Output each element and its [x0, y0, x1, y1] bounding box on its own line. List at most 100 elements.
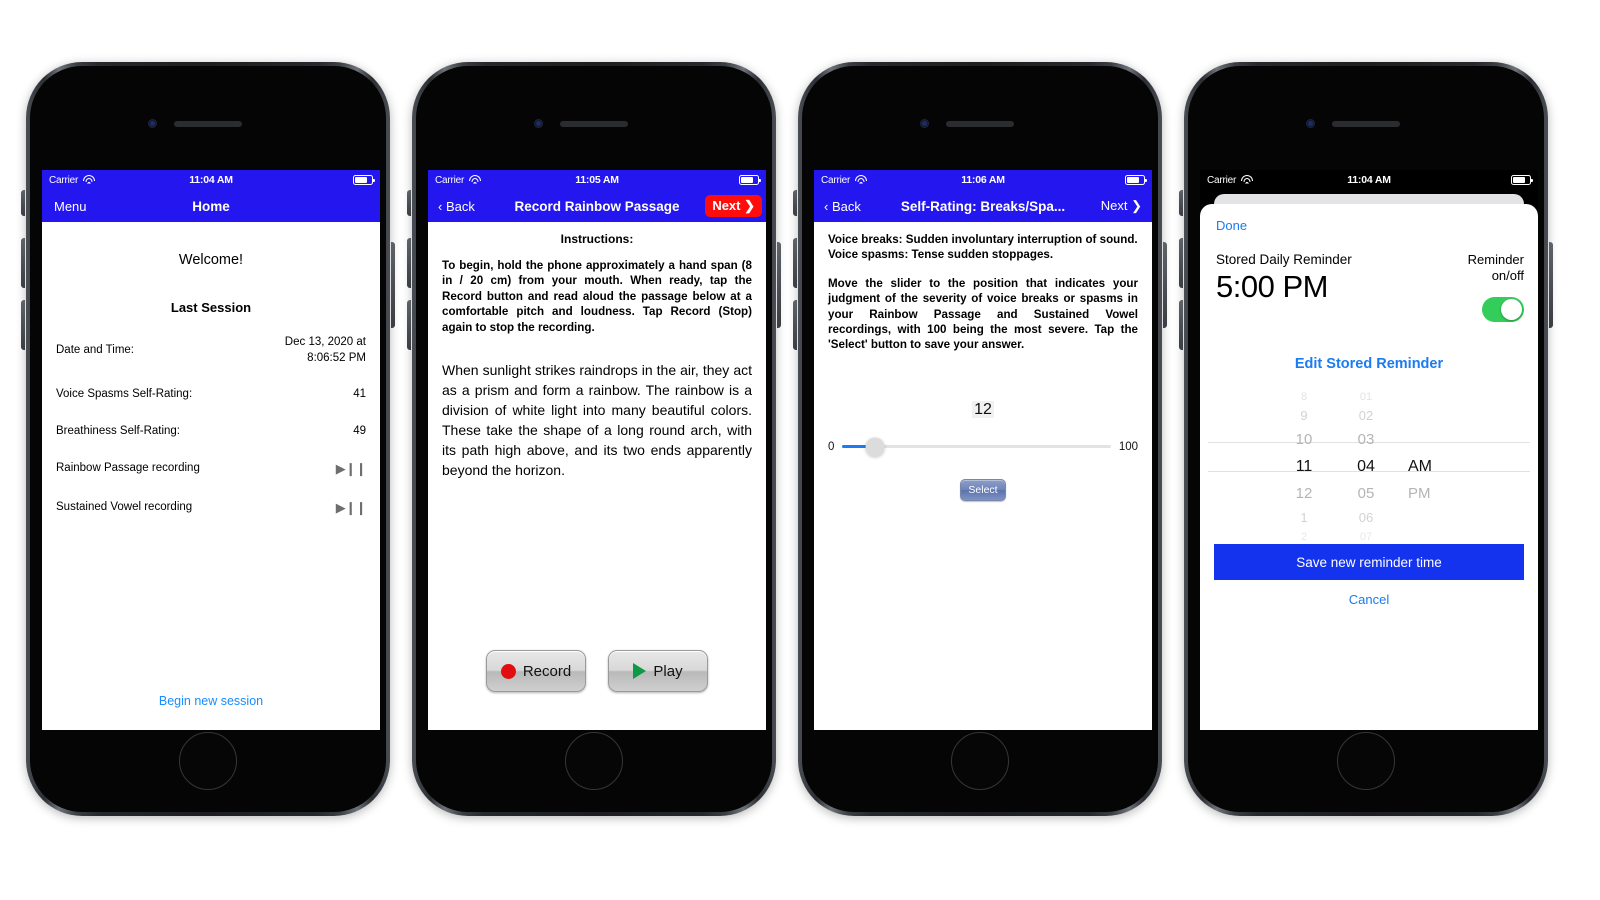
- power-button[interactable]: [777, 242, 781, 328]
- phone-mockup-self-rating: Carrier 11:06 AM ‹ Back Self-Rating: Bre…: [793, 62, 1167, 816]
- play-pause-icon[interactable]: ▶❙❙: [336, 499, 367, 517]
- wifi-icon: [1240, 175, 1253, 185]
- power-button[interactable]: [1163, 242, 1167, 328]
- picker-minute-option[interactable]: 01: [1346, 390, 1386, 404]
- mute-switch[interactable]: [793, 190, 797, 216]
- home-button[interactable]: [951, 732, 1009, 790]
- picker-minute-option[interactable]: 03: [1346, 428, 1386, 452]
- row-value: Dec 13, 2020 at 8:06:52 PM: [284, 336, 366, 364]
- status-bar-right: [353, 175, 375, 185]
- reminder-modal-sheet: Done Stored Daily Reminder 5:00 PM Remin…: [1200, 204, 1538, 730]
- picker-hour-option[interactable]: 8: [1284, 390, 1324, 404]
- picker-hour-option[interactable]: 12: [1284, 482, 1324, 506]
- next-button[interactable]: Next ❯: [705, 195, 762, 217]
- picker-column-meridiem[interactable]: AM PM: [1408, 390, 1454, 530]
- picker-meridiem-option[interactable]: [1408, 506, 1454, 530]
- picker-minute-option[interactable]: 06: [1346, 506, 1386, 530]
- picker-meridiem-option[interactable]: [1408, 530, 1454, 544]
- instructions-body: To begin, hold the phone approximately a…: [442, 259, 752, 334]
- back-button[interactable]: ‹ Back: [432, 197, 481, 216]
- wifi-icon: [468, 175, 481, 185]
- picker-meridiem-selected[interactable]: AM: [1408, 452, 1454, 482]
- reminder-toggle-switch[interactable]: [1482, 296, 1524, 322]
- slider-knob[interactable]: [865, 437, 885, 457]
- stored-reminder-block: Stored Daily Reminder 5:00 PM: [1216, 252, 1352, 305]
- earpiece-speaker: [174, 121, 242, 127]
- app-screen-reminder: Carrier 11:04 AM Done Stored Daily Remin…: [1200, 170, 1538, 730]
- select-button[interactable]: Select: [960, 478, 1006, 501]
- record-controls: Record Play: [428, 650, 766, 692]
- volume-down-button[interactable]: [21, 300, 25, 350]
- play-pause-icon[interactable]: ▶❙❙: [336, 460, 367, 478]
- picker-minute-option[interactable]: 05: [1346, 482, 1386, 506]
- phone-screen-body: Carrier 11:05 AM ‹ Back Record Rainbow P…: [416, 66, 772, 812]
- play-button[interactable]: Play: [608, 650, 708, 692]
- cancel-button[interactable]: Cancel: [1200, 592, 1538, 607]
- menu-button[interactable]: Menu: [46, 197, 93, 216]
- volume-down-button[interactable]: [793, 300, 797, 350]
- volume-down-button[interactable]: [1179, 300, 1183, 350]
- row-label: Breathiness Self-Rating:: [56, 424, 181, 437]
- mute-switch[interactable]: [21, 190, 25, 216]
- slider-value: 12: [972, 400, 994, 418]
- row-value: 41: [353, 388, 366, 401]
- volume-up-button[interactable]: [407, 238, 411, 288]
- volume-up-button[interactable]: [21, 238, 25, 288]
- app-screen-self-rating: Carrier 11:06 AM ‹ Back Self-Rating: Bre…: [814, 170, 1152, 730]
- earpiece-speaker: [946, 121, 1014, 127]
- picker-minute-option[interactable]: 02: [1346, 404, 1386, 428]
- volume-up-button[interactable]: [793, 238, 797, 288]
- done-button[interactable]: Done: [1216, 218, 1247, 233]
- home-button[interactable]: [1337, 732, 1395, 790]
- reminder-toggle-label-line1: Reminder: [1467, 252, 1524, 267]
- status-bar: Carrier 11:06 AM: [814, 170, 1152, 190]
- battery-icon: [353, 175, 375, 185]
- slider-value-display: 12: [828, 400, 1138, 419]
- record-button-label: Record: [522, 662, 572, 680]
- status-bar-left: Carrier: [1207, 175, 1253, 186]
- save-reminder-button[interactable]: Save new reminder time: [1214, 544, 1524, 580]
- slider-track[interactable]: [842, 437, 1111, 457]
- time-picker[interactable]: 8 9 10 11 12 1 2 01 02 03 04 05 06 07 AM…: [1200, 390, 1538, 543]
- mute-switch[interactable]: [1179, 190, 1183, 216]
- picker-meridiem-option[interactable]: [1408, 428, 1454, 452]
- definition-voice-breaks: Voice breaks: Sudden involuntary interru…: [828, 233, 1138, 246]
- back-button[interactable]: ‹ Back: [818, 197, 867, 216]
- reminder-toggle-label-line2: on/off: [1491, 268, 1524, 284]
- picker-meridiem-option[interactable]: [1408, 390, 1454, 404]
- last-session-heading: Last Session: [170, 300, 252, 315]
- picker-column-minute[interactable]: 01 02 03 04 05 06 07: [1346, 390, 1386, 543]
- page-title: Self-Rating: Breaks/Spa...: [900, 198, 1066, 214]
- record-button[interactable]: Record: [486, 650, 586, 692]
- picker-hour-option[interactable]: 1: [1284, 506, 1324, 530]
- picker-hour-selected[interactable]: 11: [1284, 452, 1324, 482]
- picker-hour-option[interactable]: 10: [1284, 428, 1324, 452]
- picker-hour-option[interactable]: 2: [1284, 530, 1324, 544]
- picker-minute-selected[interactable]: 04: [1346, 452, 1386, 482]
- picker-minute-option[interactable]: 07: [1346, 530, 1386, 544]
- next-button[interactable]: Next ❯: [1095, 196, 1148, 216]
- picker-meridiem-option[interactable]: PM: [1408, 482, 1454, 506]
- begin-new-session-link[interactable]: Begin new session: [42, 694, 380, 708]
- front-camera-icon: [1306, 119, 1315, 128]
- power-button[interactable]: [1549, 242, 1553, 328]
- record-content: Instructions: To begin, hold the phone a…: [428, 222, 766, 480]
- phone-mockup-reminder: Carrier 11:04 AM Done Stored Daily Remin…: [1179, 62, 1553, 816]
- row-label: Sustained Vowel recording: [56, 500, 193, 513]
- row-label: Voice Spasms Self-Rating:: [56, 388, 193, 401]
- severity-slider[interactable]: 0 100: [828, 437, 1138, 457]
- page-title: Home: [192, 198, 230, 214]
- power-button[interactable]: [391, 242, 395, 328]
- picker-meridiem-option[interactable]: [1408, 404, 1454, 428]
- home-button[interactable]: [565, 732, 623, 790]
- stored-reminder-time: 5:00 PM: [1216, 269, 1328, 304]
- mute-switch[interactable]: [407, 190, 411, 216]
- picker-column-hour[interactable]: 8 9 10 11 12 1 2: [1284, 390, 1324, 543]
- carrier-label: Carrier: [49, 174, 79, 186]
- edit-stored-reminder-link[interactable]: Edit Stored Reminder: [1200, 356, 1538, 372]
- volume-up-button[interactable]: [1179, 238, 1183, 288]
- volume-down-button[interactable]: [407, 300, 411, 350]
- home-button[interactable]: [179, 732, 237, 790]
- screenshot-stage: Carrier 11:04 AM Menu Home Welcome! Last…: [0, 0, 1600, 900]
- picker-hour-option[interactable]: 9: [1284, 404, 1324, 428]
